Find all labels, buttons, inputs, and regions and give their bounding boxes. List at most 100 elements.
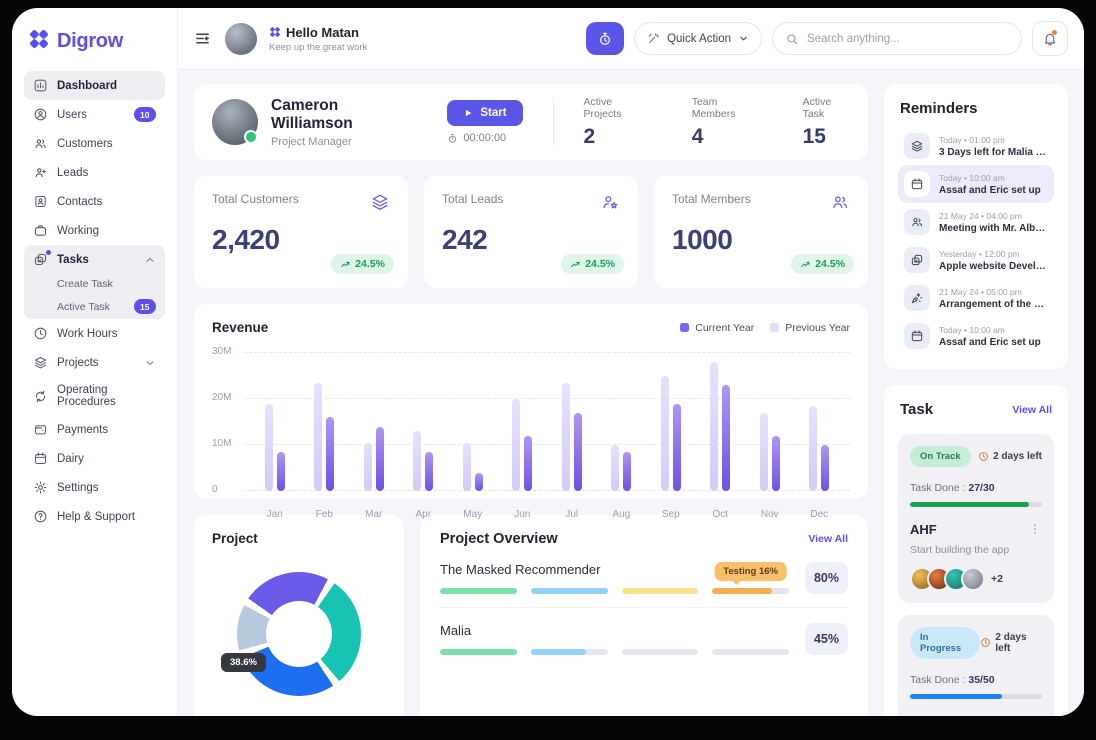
bar-previous-year[interactable] xyxy=(562,383,570,491)
overview-row-malia[interactable]: Malia xyxy=(440,607,848,668)
avatar[interactable] xyxy=(961,567,985,591)
bar-previous-year[interactable] xyxy=(661,376,669,491)
digrow-mini-logo-icon xyxy=(269,26,281,38)
notifications-button[interactable] xyxy=(1032,21,1068,56)
sidebar-subitem-active-task[interactable]: Active Task 15 xyxy=(24,295,165,319)
sidebar-item-tasks[interactable]: Tasks xyxy=(24,245,165,274)
bar-previous-year[interactable] xyxy=(463,443,471,491)
bar-group-may[interactable]: May xyxy=(463,353,483,491)
tasks-icon xyxy=(904,247,930,273)
overview-percent-badge: 45% xyxy=(805,623,848,655)
bar-current-year[interactable] xyxy=(722,385,730,491)
bar-previous-year[interactable] xyxy=(809,406,817,491)
reminder-time: Yesterday • 12:00 pm xyxy=(939,249,1048,259)
chevron-up-icon[interactable] xyxy=(144,254,156,266)
task-card-ahf[interactable]: On Track 2 days left Task Done : 27/30 A… xyxy=(898,434,1054,603)
overview-row-the-masked-recommender[interactable]: The Masked Recommender T xyxy=(440,547,848,607)
sidebar-item-label: Customers xyxy=(57,138,113,150)
sidebar-item-dairy[interactable]: Dairy xyxy=(24,444,165,473)
timer-button[interactable] xyxy=(586,22,624,55)
wallet-icon xyxy=(33,422,48,437)
sidebar-item-label: Dairy xyxy=(57,453,84,465)
reminder-text: Meeting with Mr. Albert Flores xyxy=(939,223,1048,234)
reminder-item[interactable]: 21 May 24 • 04:00 pm Meeting with Mr. Al… xyxy=(898,203,1054,241)
segment-tooltip: Testing 16% xyxy=(714,562,787,581)
sidebar-item-work-hours[interactable]: Work Hours xyxy=(24,319,165,348)
reminder-item[interactable]: Today • 10:00 am Assaf and Eric set up xyxy=(898,317,1054,355)
bar-current-year[interactable] xyxy=(425,452,433,491)
bar-previous-year[interactable] xyxy=(760,413,768,491)
bar-group-mar[interactable]: Mar xyxy=(364,353,384,491)
bar-previous-year[interactable] xyxy=(413,431,421,491)
profile-role: Project Manager xyxy=(271,136,413,148)
bar-current-year[interactable] xyxy=(475,473,483,491)
bar-current-year[interactable] xyxy=(326,417,334,491)
reminder-text: 3 Days left for Malia Website xyxy=(939,147,1048,158)
stat-value: 242 xyxy=(442,224,620,256)
bar-group-aug[interactable]: Aug xyxy=(611,353,631,491)
reminder-item[interactable]: Today • 01:00 pm 3 Days left for Malia W… xyxy=(898,127,1054,165)
clock-icon xyxy=(980,637,991,648)
profile-avatar[interactable] xyxy=(212,99,258,145)
bar-group-jan[interactable]: Jan xyxy=(265,353,285,491)
bar-previous-year[interactable] xyxy=(265,404,273,491)
sidebar-item-users[interactable]: Users 10 xyxy=(24,100,165,129)
sidebar-item-projects[interactable]: Projects xyxy=(24,348,165,377)
bar-current-year[interactable] xyxy=(623,452,631,491)
sidebar-item-contacts[interactable]: Contacts xyxy=(24,187,165,216)
reminder-item[interactable]: Today • 10:00 am Assaf and Eric set up xyxy=(898,165,1054,203)
sidebar-item-settings[interactable]: Settings xyxy=(24,473,165,502)
bar-group-dec[interactable]: Dec xyxy=(809,353,829,491)
sidebar-item-customers[interactable]: Customers xyxy=(24,129,165,158)
kebab-menu-icon[interactable] xyxy=(1028,522,1042,536)
bar-current-year[interactable] xyxy=(376,427,384,491)
project-overview-card: Project Overview View All The Masked Rec… xyxy=(420,515,868,716)
bar-group-jun[interactable]: Jun xyxy=(512,353,532,491)
overview-view-all-link[interactable]: View All xyxy=(808,533,848,545)
sidebar-subitem-create-task[interactable]: Create Task xyxy=(24,274,165,295)
bar-current-year[interactable] xyxy=(821,445,829,491)
bar-group-feb[interactable]: Feb xyxy=(314,353,334,491)
bar-current-year[interactable] xyxy=(673,404,681,491)
task-card-adv-glazer-image-website[interactable]: In Progress 2 days left Task Done : 35/5… xyxy=(898,615,1054,716)
sidebar-item-payments[interactable]: Payments xyxy=(24,415,165,444)
sidebar-subitem-label: Active Task xyxy=(57,301,110,313)
sidebar-item-operating-procedures[interactable]: Operating Procedures xyxy=(24,377,165,415)
brand-logo[interactable]: Digrow xyxy=(24,28,165,71)
sidebar-collapse-icon[interactable] xyxy=(194,30,211,47)
bar-current-year[interactable] xyxy=(574,413,582,491)
bar-current-year[interactable] xyxy=(277,452,285,491)
chevron-down-icon[interactable] xyxy=(144,357,156,369)
kebab-menu-icon[interactable] xyxy=(1028,714,1042,716)
bar-group-apr[interactable]: Apr xyxy=(413,353,433,491)
sidebar-item-help-support[interactable]: Help & Support xyxy=(24,502,165,531)
bar-group-oct[interactable]: Oct xyxy=(710,353,730,491)
progress-segment xyxy=(531,649,608,655)
bar-group-jul[interactable]: Jul xyxy=(562,353,582,491)
reminder-item[interactable]: 21 May 24 • 05:00 pm Arrangement of the … xyxy=(898,279,1054,317)
search-input[interactable] xyxy=(807,33,1009,45)
contacts-icon xyxy=(33,194,48,209)
user-avatar[interactable] xyxy=(225,23,257,55)
bar-current-year[interactable] xyxy=(772,436,780,491)
start-timer-button[interactable]: Start xyxy=(447,100,522,126)
bar-previous-year[interactable] xyxy=(364,443,372,491)
sidebar-item-dashboard[interactable]: Dashboard xyxy=(24,71,165,100)
bar-previous-year[interactable] xyxy=(512,399,520,491)
stopwatch-small-icon xyxy=(447,133,458,144)
user-circle-icon xyxy=(33,107,48,122)
bar-previous-year[interactable] xyxy=(611,445,619,491)
task-view-all-link[interactable]: View All xyxy=(1012,404,1052,416)
reminder-item[interactable]: Yesterday • 12:00 pm Apple website Devel… xyxy=(898,241,1054,279)
donut-chart[interactable] xyxy=(237,572,361,696)
bar-previous-year[interactable] xyxy=(314,383,322,491)
count-badge: 15 xyxy=(134,299,156,314)
reminders-title: Reminders xyxy=(898,98,1054,127)
bar-group-nov[interactable]: Nov xyxy=(760,353,780,491)
bar-previous-year[interactable] xyxy=(710,362,718,491)
bar-group-sep[interactable]: Sep xyxy=(661,353,681,491)
quick-action-button[interactable]: Quick Action xyxy=(634,22,762,55)
sidebar-item-working[interactable]: Working xyxy=(24,216,165,245)
bar-current-year[interactable] xyxy=(524,436,532,491)
sidebar-item-leads[interactable]: Leads xyxy=(24,158,165,187)
